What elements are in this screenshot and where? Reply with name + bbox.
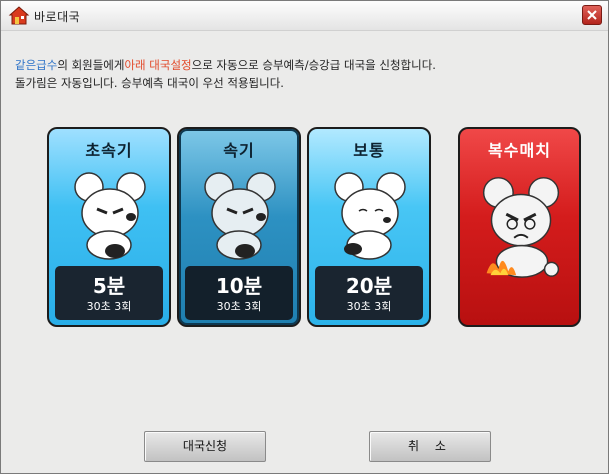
- card-fast[interactable]: 속기 10분 30초 3회: [177, 127, 301, 327]
- mouse-character-icon: [334, 172, 406, 260]
- main-time: 10분: [215, 274, 263, 298]
- time-box: 5분 30초 3회: [55, 266, 163, 320]
- card-blitz[interactable]: 초속기 5분 30초 3회: [47, 127, 171, 327]
- cancel-button[interactable]: 취 소: [369, 431, 491, 462]
- card-multi-match[interactable]: 복수매치: [458, 127, 581, 327]
- byoyomi-time: 30초 3회: [216, 300, 262, 313]
- close-icon: [587, 10, 597, 20]
- main-time: 5분: [92, 274, 126, 298]
- description: 같은급수의 회원들에게아래 대국설정으로 자동으로 승부예측/승강급 대국을 신…: [15, 56, 600, 92]
- card-normal[interactable]: 보통 20분 30초 3회: [307, 127, 431, 327]
- card-title: 복수매치: [488, 141, 551, 160]
- main-time: 20분: [345, 274, 393, 298]
- title-bar[interactable]: 바로대국: [1, 1, 608, 31]
- house-icon: [8, 5, 30, 27]
- description-line-2: 돌가림은 자동입니다. 승부예측 대국이 우선 적용됩니다.: [15, 76, 284, 90]
- close-button[interactable]: [582, 5, 602, 25]
- card-title: 초속기: [85, 141, 133, 160]
- window-title: 바로대국: [34, 10, 81, 24]
- time-box: 10분 30초 3회: [185, 266, 293, 320]
- time-box: 20분 30초 3회: [315, 266, 423, 320]
- card-title: 보통: [353, 141, 385, 160]
- angry-mouse-icon: [482, 177, 560, 278]
- dialog-window: 바로대국 같은급수의 회원들에게아래 대국설정으로 자동으로 승부예측/승강급 …: [0, 0, 609, 474]
- mouse-character-icon: [204, 172, 276, 260]
- desc-text-part: 의 회원들에게: [57, 58, 125, 72]
- same-rank-text: 같은급수: [15, 58, 58, 72]
- byoyomi-time: 30초 3회: [86, 300, 132, 313]
- desc-text-part: 으로 자동으로 승부예측/승강급 대국을 신청합니다.: [191, 58, 436, 72]
- apply-game-button[interactable]: 대국신청: [144, 431, 266, 462]
- card-title: 속기: [223, 141, 255, 160]
- game-settings-text: 아래 대국설정: [124, 58, 192, 72]
- mouse-character-icon: [74, 172, 146, 260]
- byoyomi-time: 30초 3회: [346, 300, 392, 313]
- description-line-1: 같은급수의 회원들에게아래 대국설정으로 자동으로 승부예측/승강급 대국을 신…: [15, 56, 600, 74]
